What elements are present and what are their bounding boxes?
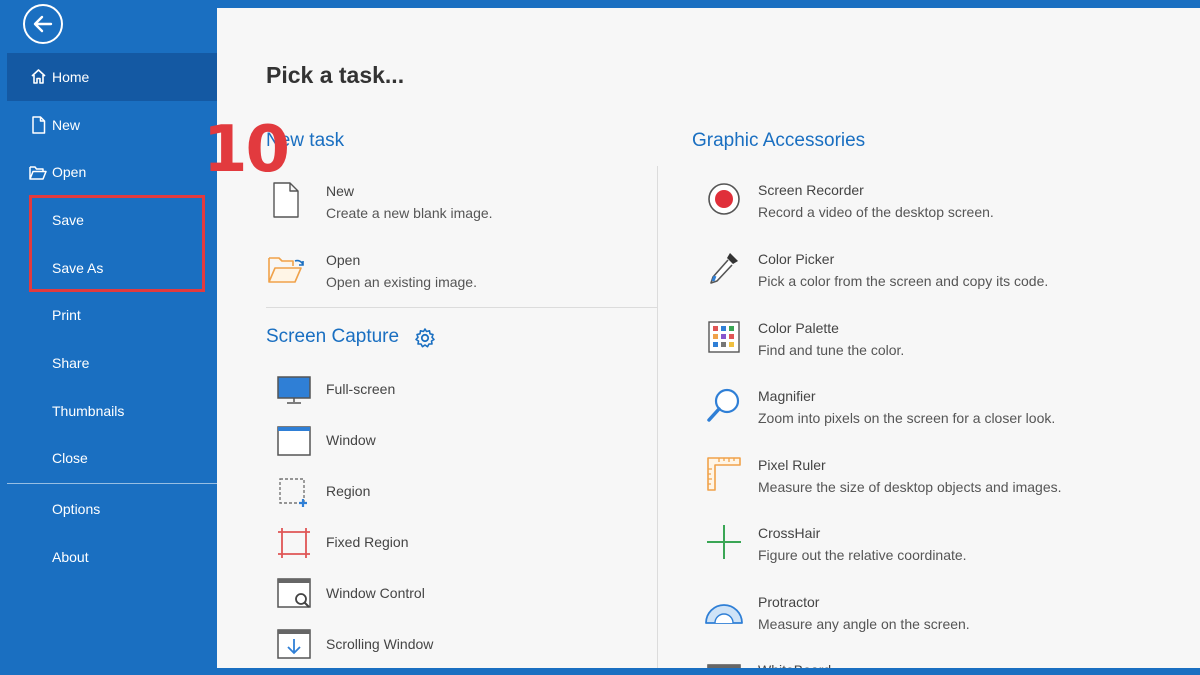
sidebar-divider <box>7 483 217 485</box>
sidebar-item-save[interactable]: Save <box>7 196 217 244</box>
region-select-icon <box>274 472 314 512</box>
arrow-left-icon <box>33 15 53 33</box>
sidebar-item-label: Print <box>52 307 81 324</box>
whiteboard-icon <box>704 659 744 668</box>
sidebar-item-label: Home <box>52 68 90 85</box>
sidebar-item-label: Options <box>52 501 101 518</box>
crosshair-icon <box>704 522 744 562</box>
task-desc: Create a new blank image. <box>326 205 493 221</box>
window-search-icon <box>274 574 314 614</box>
task-desc: Record a video of the desktop screen. <box>758 204 994 220</box>
section-divider <box>266 307 657 308</box>
task-desc: Pick a color from the screen and copy it… <box>758 273 1049 289</box>
task-name: Magnifier <box>758 388 816 404</box>
sidebar-item-label: About <box>52 548 89 565</box>
open-folder-icon <box>266 249 306 289</box>
task-desc: Find and tune the color. <box>758 342 905 358</box>
gear-icon[interactable] <box>414 327 436 349</box>
task-name: Pixel Ruler <box>758 457 826 473</box>
task-name: Window <box>326 432 376 448</box>
task-name: WhiteBoard <box>758 659 831 668</box>
column-divider <box>657 166 658 668</box>
page-title: Pick a task... <box>266 62 405 88</box>
sidebar-item-label: Open <box>52 164 87 181</box>
sidebar-item-print[interactable]: Print <box>7 291 217 339</box>
sidebar-item-thumbnails[interactable]: Thumbnails <box>7 387 217 435</box>
sidebar-item-label: Thumbnails <box>52 402 125 419</box>
record-icon <box>704 179 744 219</box>
home-icon <box>29 68 47 86</box>
folder-open-icon <box>29 163 47 181</box>
sidebar-item-home[interactable]: Home <box>7 53 217 101</box>
task-desc: Zoom into pixels on the screen for a clo… <box>758 410 1056 426</box>
task-name: Color Palette <box>758 320 839 336</box>
task-name: CrossHair <box>758 525 821 541</box>
graphic-accessories-title: Graphic Accessories <box>692 130 866 151</box>
task-name: Fixed Region <box>326 534 409 550</box>
sidebar-item-share[interactable]: Share <box>7 339 217 387</box>
sidebar-item-save-as[interactable]: Save As <box>7 244 217 292</box>
sidebar-item-label: Share <box>52 354 90 371</box>
task-name: Scrolling Window <box>326 636 434 652</box>
sidebar-item-label: Save <box>52 211 84 228</box>
back-button[interactable] <box>23 4 63 44</box>
monitor-icon <box>274 370 314 410</box>
task-name: Color Picker <box>758 251 835 267</box>
sidebar: Home New Open Save Save As Print Share T… <box>0 0 217 675</box>
task-name: Window Control <box>326 585 425 601</box>
ruler-icon <box>704 454 744 494</box>
sidebar-item-about[interactable]: About <box>7 533 217 581</box>
task-name: Screen Recorder <box>758 182 864 198</box>
sidebar-item-close[interactable]: Close <box>7 435 217 483</box>
sidebar-item-new[interactable]: New <box>7 101 217 149</box>
task-desc: Figure out the relative coordinate. <box>758 547 967 563</box>
sidebar-item-options[interactable]: Options <box>7 485 217 533</box>
magnifier-icon <box>704 385 744 425</box>
task-name: Protractor <box>758 594 820 610</box>
task-name: Region <box>326 483 371 499</box>
scroll-down-icon <box>274 625 314 665</box>
sidebar-item-label: Close <box>52 450 88 467</box>
sidebar-item-label: Save As <box>52 259 104 276</box>
task-desc: Measure the size of desktop objects and … <box>758 479 1062 495</box>
window-icon <box>274 421 314 461</box>
task-name: Full-screen <box>326 381 396 397</box>
screen-capture-title: Screen Capture <box>266 326 400 347</box>
task-name: New <box>326 183 355 199</box>
file-icon <box>29 115 47 134</box>
task-name: Open <box>326 252 361 268</box>
main-panel: Pick a task... New task New Create a new… <box>217 8 1200 668</box>
task-desc: Open an existing image. <box>326 274 477 290</box>
task-desc: Measure any angle on the screen. <box>758 616 970 632</box>
eyedropper-icon <box>704 248 744 288</box>
fixed-region-icon <box>274 523 314 563</box>
step-number-overlay: 10 <box>203 113 290 187</box>
sidebar-item-label: New <box>52 116 81 133</box>
sidebar-item-open[interactable]: Open <box>7 148 217 196</box>
color-grid-icon <box>704 317 744 357</box>
protractor-icon <box>704 591 744 631</box>
sidebar-nav: Home New Open Save Save As Print Share T… <box>7 53 217 581</box>
